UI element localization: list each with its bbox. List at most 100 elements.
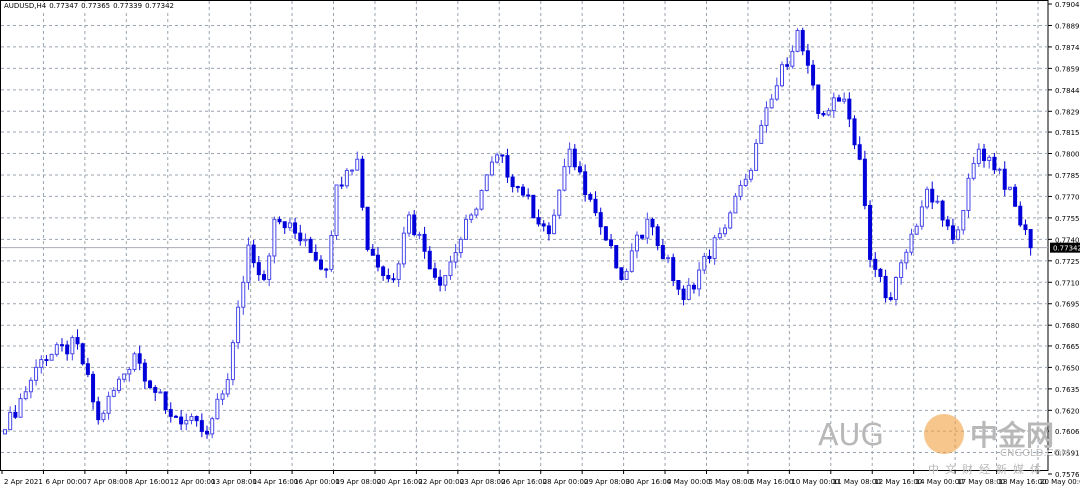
bear-candle: [65, 344, 70, 355]
bear-candle: [137, 353, 142, 364]
x-tick-label: 20 Apr 16:00: [377, 478, 423, 486]
bull-candle: [464, 218, 469, 240]
bull-candle: [132, 353, 137, 370]
bull-candle: [344, 169, 349, 187]
bear-candle: [308, 238, 313, 253]
bull-candle: [474, 208, 479, 216]
x-tick-label: 13 Apr 08:00: [211, 478, 257, 486]
bear-candle: [982, 148, 987, 161]
bear-candle: [671, 257, 676, 282]
bear-candle: [536, 217, 541, 225]
bull-candle: [826, 110, 831, 116]
bull-candle: [18, 398, 23, 418]
bull-candle: [645, 218, 650, 239]
bull-candle: [287, 222, 292, 229]
bull-candle: [728, 212, 733, 229]
bull-candle: [484, 174, 489, 191]
bull-candle: [225, 379, 230, 395]
current-price-label: 0.77342: [1053, 245, 1080, 253]
bear-candle: [386, 274, 391, 280]
bear-candle: [583, 171, 588, 196]
bear-candle: [1013, 186, 1018, 207]
bear-candle: [1023, 224, 1028, 231]
bull-candle: [712, 237, 717, 260]
bull-candle: [997, 168, 1002, 171]
bull-candle: [738, 185, 743, 197]
x-tick-label: 19 Apr 08:00: [336, 478, 382, 486]
bull-candle: [831, 97, 836, 112]
bear-candle: [707, 255, 712, 260]
bear-candle: [505, 155, 510, 178]
bull-candle: [158, 391, 163, 394]
bear-candle: [153, 387, 158, 393]
bear-candle: [526, 194, 531, 197]
bull-candle: [697, 269, 702, 290]
bear-candle: [148, 380, 153, 389]
bull-candle: [230, 342, 235, 381]
bear-candle: [173, 415, 178, 418]
bear-candle: [91, 373, 96, 403]
bear-candle: [940, 200, 945, 221]
bull-candle: [8, 411, 13, 431]
bull-candle: [748, 169, 753, 180]
bear-candle: [44, 359, 49, 362]
bull-candle: [443, 275, 448, 286]
bear-candle: [930, 188, 935, 203]
bear-candle: [660, 245, 665, 260]
bear-candle: [588, 194, 593, 200]
bull-candle: [34, 366, 39, 381]
x-tick-label: 26 Apr 16:00: [501, 478, 547, 486]
y-tick-label: 0.76800: [1055, 322, 1080, 330]
candlestick-chart: 0.79045 0.78895 0.78745 0.78595 0.78445 0.782…: [0, 0, 1080, 486]
bull-candle: [971, 162, 976, 179]
bear-candle: [515, 186, 520, 189]
bull-candle: [189, 416, 194, 421]
x-tick-label: 2 Apr 2021: [4, 478, 43, 486]
bull-candle: [329, 234, 334, 270]
bull-candle: [759, 124, 764, 144]
x-tick-label: 6 Apr 00:00: [45, 478, 86, 486]
y-tick-label: 0.79045: [1055, 1, 1080, 9]
bull-candle: [914, 225, 919, 235]
bull-candle: [893, 276, 898, 300]
x-tick-label: 7 Apr 08:00: [87, 478, 128, 486]
bull-candle: [899, 262, 904, 278]
bear-candle: [318, 259, 323, 270]
x-tick-label: 4 May 00:00: [667, 478, 711, 486]
plot-frame: [0, 0, 1049, 471]
bear-candle: [256, 262, 261, 276]
bear-candle: [655, 226, 660, 247]
y-tick-label: 0.76205: [1055, 407, 1080, 415]
bear-candle: [262, 274, 266, 280]
x-tick-label: 23 Apr 08:00: [460, 478, 506, 486]
x-tick-label: 22 Apr 00:00: [418, 478, 464, 486]
bear-candle: [873, 258, 878, 270]
bull-candle: [935, 200, 940, 203]
bear-candle: [691, 284, 696, 290]
bull-candle: [70, 337, 75, 355]
bull-candle: [458, 238, 463, 254]
bull-candle: [909, 233, 914, 253]
bear-candle: [945, 219, 950, 227]
bull-candle: [334, 184, 339, 236]
y-tick-label: 0.78445: [1055, 87, 1080, 95]
bull-candle: [49, 353, 54, 361]
y-tick-label: 0.78745: [1055, 44, 1080, 52]
bull-candle: [396, 263, 401, 280]
bear-candle: [619, 267, 624, 280]
bear-candle: [1018, 205, 1023, 226]
x-tick-label: 28 Apr 00:00: [543, 478, 589, 486]
bear-candle: [614, 245, 619, 269]
y-tick-label: 0.77250: [1055, 258, 1080, 266]
x-tick-label: 16 Apr 00:00: [294, 478, 340, 486]
bull-candle: [122, 373, 127, 380]
bull-candle: [401, 232, 406, 265]
bear-candle: [577, 166, 582, 173]
x-tick-label: 29 Apr 08:00: [584, 478, 630, 486]
bull-candle: [453, 252, 458, 263]
bear-candle: [541, 223, 546, 227]
bull-candle: [904, 251, 909, 264]
bull-candle: [355, 158, 360, 171]
bull-candle: [469, 214, 474, 220]
bull-candle: [634, 234, 639, 252]
